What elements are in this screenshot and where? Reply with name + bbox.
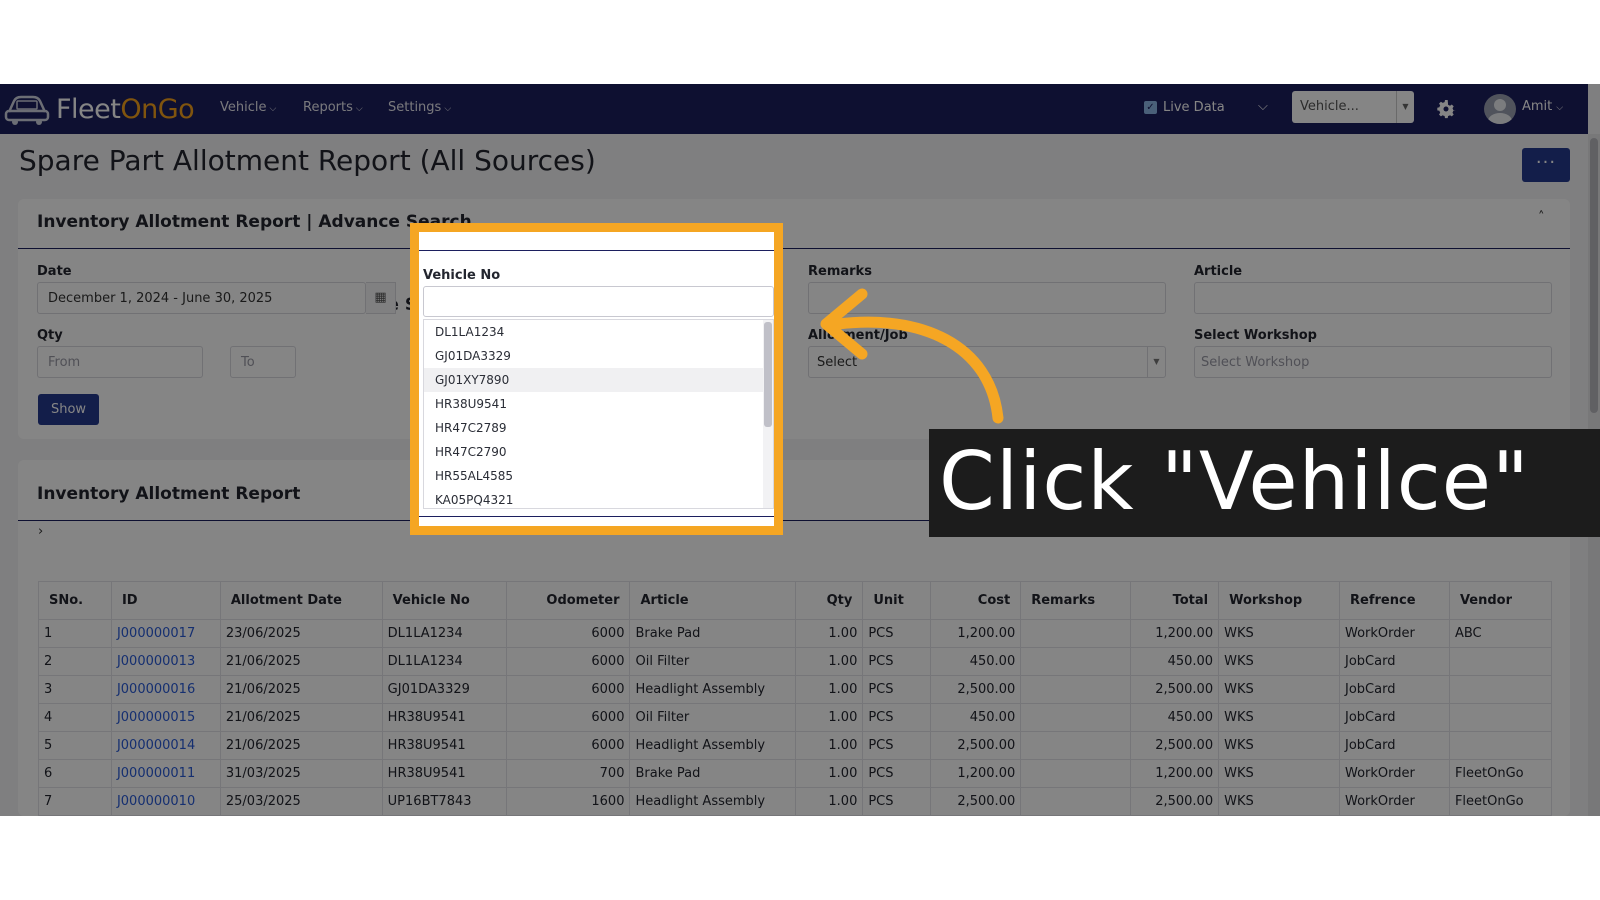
curved-arrow-icon — [820, 288, 1004, 424]
app-screen: FleetOnGo Vehicle ⌵ Reports ⌵ Settings ⌵ ✓ L… — [0, 84, 1600, 816]
